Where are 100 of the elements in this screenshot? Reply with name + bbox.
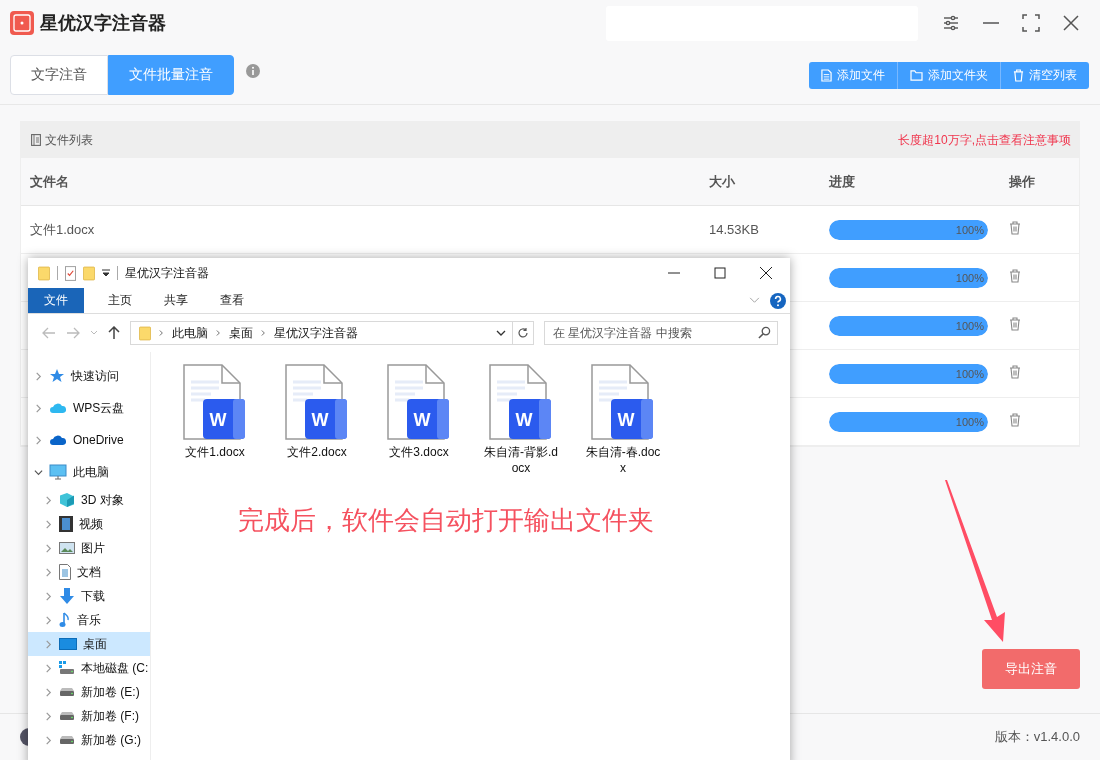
- chevron-right-icon: [159, 329, 164, 337]
- ribbon-tab[interactable]: 查看: [204, 288, 260, 313]
- file-item[interactable]: W 朱自清-春.docx: [583, 364, 663, 475]
- address-bar[interactable]: 此电脑 桌面 星优汉字注音器: [130, 321, 513, 345]
- annotation-text: 完成后，软件会自动打开输出文件夹: [238, 504, 654, 537]
- close-icon[interactable]: [760, 267, 772, 279]
- chevron-right-icon[interactable]: [34, 435, 43, 445]
- monitor-icon: [49, 464, 67, 480]
- column-header: 大小: [709, 172, 736, 191]
- nav-item[interactable]: 音乐: [28, 608, 150, 632]
- picture-icon: [59, 542, 75, 554]
- drive-icon: [59, 736, 75, 744]
- file-item[interactable]: W 文件3.docx: [379, 364, 459, 475]
- file-item[interactable]: W 文件1.docx: [175, 364, 255, 475]
- nav-item[interactable]: 快速访问: [28, 360, 150, 392]
- file-name-cell: 文件1.docx: [30, 221, 95, 237]
- file-list-title: 文件列表: [45, 131, 93, 149]
- chevron-right-icon[interactable]: [44, 735, 53, 745]
- properties-icon: [65, 265, 76, 281]
- nav-item[interactable]: 本地磁盘 (C:: [28, 656, 150, 680]
- file-size-cell: 14.53KB: [709, 222, 759, 237]
- nav-item[interactable]: 下载: [28, 584, 150, 608]
- chevron-right-icon[interactable]: [44, 519, 53, 529]
- breadcrumb-item[interactable]: 星优汉字注音器: [274, 324, 358, 342]
- nav-item[interactable]: WPS云盘: [28, 392, 150, 424]
- chevron-right-icon[interactable]: [44, 615, 53, 625]
- delete-icon[interactable]: [1009, 221, 1021, 235]
- chevron-right-icon[interactable]: [44, 543, 53, 553]
- column-header: 文件名: [30, 172, 70, 191]
- delete-icon[interactable]: [1009, 269, 1021, 283]
- chevron-down-icon[interactable]: [34, 467, 43, 477]
- maximize-icon[interactable]: [1022, 14, 1040, 32]
- download-arrow-icon: [59, 588, 75, 604]
- nav-item[interactable]: 文档: [28, 560, 150, 584]
- window-title: 星优汉字注音器: [125, 264, 209, 282]
- ribbon-tab[interactable]: 主页: [92, 288, 148, 313]
- chevron-right-icon: [261, 329, 266, 337]
- delete-icon[interactable]: [1009, 365, 1021, 379]
- folder-icon: [83, 265, 95, 281]
- chevron-right-icon[interactable]: [44, 687, 53, 697]
- nav-item[interactable]: 新加卷 (F:): [28, 704, 150, 728]
- ribbon-tab[interactable]: 文件: [28, 288, 84, 313]
- column-header: 操作: [1009, 172, 1036, 191]
- drive-icon: [59, 712, 75, 720]
- chevron-right-icon[interactable]: [44, 711, 53, 721]
- progress-reading: 100%: [955, 271, 985, 284]
- list-icon: [31, 134, 41, 146]
- nav-item[interactable]: 桌面: [28, 632, 150, 656]
- help-icon[interactable]: [770, 292, 786, 309]
- file-item[interactable]: W 朱自清-背影.docx: [481, 364, 561, 475]
- music-note-icon: [59, 612, 71, 628]
- folder-icon: [910, 69, 923, 81]
- drive-icon: [59, 688, 75, 696]
- progress-reading: 100%: [955, 367, 985, 380]
- chevron-right-icon[interactable]: [34, 371, 43, 381]
- chevron-right-icon[interactable]: [44, 495, 53, 505]
- search-field[interactable]: 在 星优汉字注音器 中搜索: [544, 321, 778, 345]
- chevron-right-icon[interactable]: [44, 567, 53, 577]
- chevron-right-icon[interactable]: [44, 639, 53, 649]
- dropdown-icon[interactable]: [102, 269, 110, 277]
- chevron-down-icon[interactable]: [496, 330, 506, 336]
- breadcrumb-item[interactable]: 桌面: [229, 324, 253, 342]
- up-arrow-icon[interactable]: [108, 326, 120, 340]
- version-label: 版本：v1.4.0.0: [994, 728, 1080, 746]
- nav-item[interactable]: 图片: [28, 536, 150, 560]
- nav-item[interactable]: 视频: [28, 512, 150, 536]
- ribbon-tab[interactable]: 共享: [148, 288, 204, 313]
- folder-icon: [38, 265, 50, 281]
- maximize-icon[interactable]: [714, 267, 726, 279]
- app-title: 星优汉字注音器: [40, 12, 166, 35]
- folder-icon: [139, 325, 151, 341]
- chevron-right-icon[interactable]: [44, 663, 53, 673]
- delete-icon[interactable]: [1009, 413, 1021, 427]
- star-icon: [49, 368, 65, 384]
- refresh-icon: [517, 327, 529, 339]
- nav-item[interactable]: 3D 对象: [28, 488, 150, 512]
- nav-item[interactable]: 此电脑: [28, 456, 150, 488]
- chevron-right-icon[interactable]: [34, 403, 43, 413]
- forward-arrow-icon[interactable]: [66, 327, 80, 339]
- nav-item[interactable]: OneDrive: [28, 424, 150, 456]
- nav-item[interactable]: 新加卷 (E:): [28, 680, 150, 704]
- back-arrow-icon[interactable]: [42, 327, 56, 339]
- document-icon: [821, 68, 832, 82]
- info-icon[interactable]: [246, 64, 260, 78]
- close-icon[interactable]: [1062, 14, 1080, 32]
- breadcrumb-item[interactable]: 此电脑: [172, 324, 208, 342]
- settings-icon[interactable]: [942, 14, 960, 32]
- column-header: 进度: [829, 172, 856, 191]
- file-item[interactable]: W 文件2.docx: [277, 364, 357, 475]
- refresh-button[interactable]: [513, 321, 534, 345]
- desktop-icon: [59, 638, 77, 650]
- chevron-right-icon: [216, 329, 221, 337]
- nav-item[interactable]: 新加卷 (G:): [28, 728, 150, 752]
- notice-link[interactable]: 长度超10万字,点击查看注意事项: [898, 131, 1071, 149]
- drive-icon: [59, 661, 75, 675]
- delete-icon[interactable]: [1009, 317, 1021, 331]
- progress-reading: 100%: [955, 223, 985, 236]
- progress-reading: 100%: [955, 415, 985, 428]
- chevron-right-icon[interactable]: [44, 591, 53, 601]
- mode-tab[interactable]: 文字注音: [10, 55, 108, 95]
